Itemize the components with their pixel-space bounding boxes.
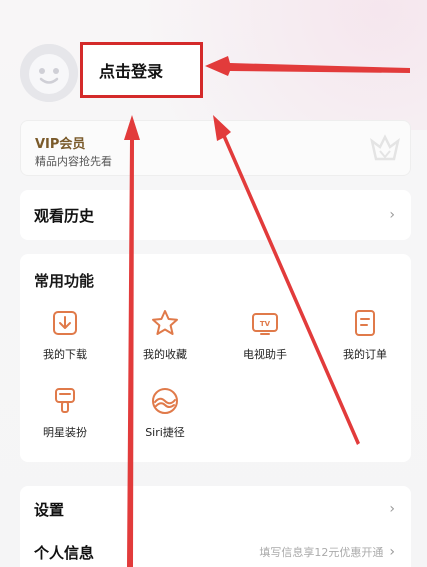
order-icon (355, 310, 375, 336)
brush-icon (55, 388, 75, 413)
vip-title: VIP会员 (35, 137, 86, 152)
features-card: 常用功能 我的下载 我的收藏 TV 电视助手 我的订单 明星装扮 Siri捷径 (20, 254, 411, 462)
feature-label: 明星装扮 (43, 426, 87, 439)
chevron-right-icon: › (389, 207, 395, 223)
history-row[interactable]: 观看历史 › (20, 190, 411, 240)
vip-crown-icon (370, 134, 400, 161)
svg-text:TV: TV (260, 320, 271, 328)
feature-orders[interactable]: 我的订单 (320, 308, 410, 362)
star-icon (152, 310, 178, 335)
feature-label: 我的下载 (43, 348, 87, 361)
personal-info-label: 个人信息 (34, 543, 95, 562)
feature-siri-shortcut[interactable]: Siri捷径 (120, 386, 210, 440)
siri-icon (152, 388, 178, 414)
personal-info-row[interactable]: 个人信息 填写信息享12元优惠开通 › (20, 532, 411, 567)
tv-icon: TV (252, 313, 278, 335)
feature-label: 我的订单 (343, 348, 387, 361)
download-icon (53, 311, 77, 335)
login-button[interactable]: 点击登录 (80, 42, 203, 98)
chevron-right-icon: › (389, 544, 395, 560)
login-label: 点击登录 (99, 62, 164, 81)
chevron-right-icon: › (389, 501, 395, 517)
default-avatar-icon (20, 44, 78, 102)
features-title: 常用功能 (34, 272, 95, 290)
feature-favorites[interactable]: 我的收藏 (120, 308, 210, 362)
personal-info-hint: 填写信息享12元优惠开通 (259, 546, 384, 559)
feature-label: 我的收藏 (143, 348, 187, 361)
personal-info-right: 填写信息享12元优惠开通 › (259, 544, 395, 560)
settings-row[interactable]: 设置 › (20, 486, 411, 532)
settings-label: 设置 (34, 500, 65, 519)
avatar[interactable] (20, 44, 78, 102)
vip-card[interactable]: VIP会员 精品内容抢先看 (20, 120, 411, 176)
feature-star-outfit[interactable]: 明星装扮 (20, 386, 110, 440)
history-label: 观看历史 (34, 206, 95, 225)
feature-label: 电视助手 (243, 348, 287, 361)
feature-tv-assistant[interactable]: TV 电视助手 (220, 308, 310, 362)
feature-label: Siri捷径 (145, 426, 185, 439)
feature-download[interactable]: 我的下载 (20, 308, 110, 362)
vip-subtitle: 精品内容抢先看 (35, 155, 112, 168)
